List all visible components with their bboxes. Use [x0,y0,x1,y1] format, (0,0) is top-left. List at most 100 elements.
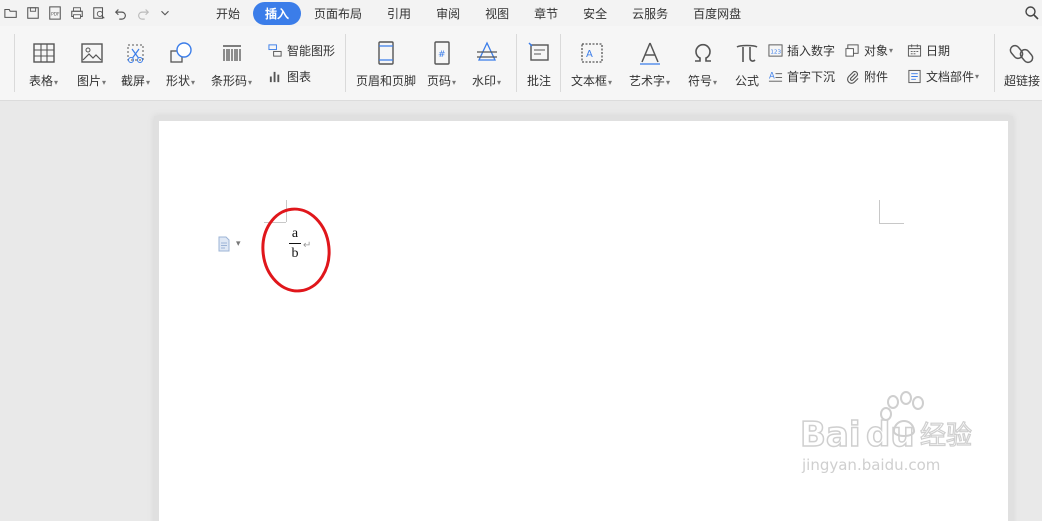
tab-insert[interactable]: 插入 [253,1,302,25]
svg-text:A: A [586,49,593,60]
attachment-label: 附件 [864,70,889,84]
dropdown-caret-icon: ▾ [713,78,718,87]
tab-references[interactable]: 引用 [375,2,423,25]
svg-text:#: # [438,50,446,60]
hyperlink-button[interactable]: 超链接 [1004,38,1040,89]
margin-corner-mark [879,200,880,224]
svg-text:Bai: Bai [800,415,861,455]
dropdown-caret-icon: ▾ [666,78,671,87]
dropdown-caret-icon: ▾ [236,239,241,249]
barcode-button[interactable]: 条形码▾ [211,38,252,89]
equation-button[interactable]: 公式 [734,38,760,89]
redo-icon[interactable] [132,0,154,26]
svg-text:A: A [769,70,775,80]
smart-art-label: 智能图形 [287,44,336,58]
shape-label: 形状 [166,74,191,88]
dropdown-caret-icon: ▾ [889,46,894,55]
table-icon [31,38,57,68]
drop-cap-button[interactable]: A 首字下沉 [768,68,835,85]
tab-page-layout[interactable]: 页面布局 [302,2,374,25]
document-icon [218,236,230,252]
baidu-jingyan-watermark: Bai du 经验 jingyan.baidu.com [799,391,973,474]
print-preview-icon[interactable] [88,0,110,26]
quick-access-toolbar: PDF [0,0,176,26]
object-icon [845,44,859,57]
save-icon[interactable] [22,0,44,26]
attachment-button[interactable]: 附件 [845,68,888,85]
ribbon-separator [560,34,561,92]
tab-cloud-service[interactable]: 云服务 [620,2,680,25]
header-footer-button[interactable]: 页眉和页脚 [356,38,416,89]
customize-toolbar-icon[interactable] [154,0,176,26]
wordart-button[interactable]: 艺术字▾ [629,38,670,89]
insert-number-button[interactable]: 123 插入数字 [768,42,835,59]
wordart-icon [637,38,663,68]
dropdown-caret-icon: ▾ [146,78,151,87]
dropdown-caret-icon: ▾ [452,78,457,87]
paragraph-handle-button[interactable]: ▾ [217,236,241,252]
ribbon-separator [345,34,346,92]
svg-text:经验: 经验 [920,421,972,451]
tab-home[interactable]: 开始 [204,2,252,25]
screenshot-label: 截屏 [121,74,146,88]
shape-button[interactable]: 形状▾ [166,38,195,89]
ribbon-separator [14,34,15,92]
print-icon[interactable] [66,0,88,26]
date-button[interactable]: 日期 [907,42,950,59]
screenshot-button[interactable]: 截屏▾ [121,38,150,89]
tab-section[interactable]: 章节 [522,2,570,25]
smart-art-button[interactable]: 智能图形 [268,42,335,59]
insert-number-icon: 123 [768,44,783,57]
drop-cap-label: 首字下沉 [787,70,836,84]
watermark-button[interactable]: 水印▾ [472,38,501,89]
doc-parts-button[interactable]: 文档部件 ▾ [907,68,979,85]
wordart-label: 艺术字 [629,74,666,88]
picture-button[interactable]: 图片▾ [77,38,106,89]
menu-tabs: 开始 插入 页面布局 引用 审阅 视图 章节 安全 云服务 百度网盘 [204,0,754,26]
barcode-label: 条形码 [211,74,248,88]
dropdown-caret-icon: ▾ [191,78,196,87]
tab-security[interactable]: 安全 [571,2,619,25]
tab-baidu-netdisk[interactable]: 百度网盘 [681,2,753,25]
ribbon-separator [994,34,995,92]
scissors-icon [123,38,149,68]
table-button[interactable]: 表格▾ [29,38,58,89]
picture-icon [79,38,105,68]
symbol-button[interactable]: 符号▾ [688,38,717,89]
tab-view[interactable]: 视图 [473,2,521,25]
ribbon-toolbar: 表格▾ 图片▾ 截屏▾ 形状▾ 条形码▾ 智能图形 图表 页眉和页脚 # 页码▾… [0,26,1042,101]
dropdown-caret-icon: ▾ [248,78,253,87]
red-highlight-circle [261,207,331,293]
equation-label: 公式 [734,74,759,88]
object-button[interactable]: 对象 ▾ [845,42,893,59]
open-icon[interactable] [0,0,22,26]
svg-text:123: 123 [770,49,781,55]
ribbon-separator [516,34,517,92]
svg-text:jingyan.baidu.com: jingyan.baidu.com [801,456,940,474]
watermark-icon [474,38,500,68]
omega-icon [690,38,716,68]
comment-button[interactable]: 批注 [526,38,552,89]
header-footer-label: 页眉和页脚 [356,74,417,88]
svg-text:PDF: PDF [51,12,60,18]
date-label: 日期 [926,44,951,58]
textbox-button[interactable]: A 文本框▾ [571,38,612,89]
shape-icon [168,38,194,68]
barcode-icon [219,38,245,68]
menu-bar: PDF 开始 插入 页面布局 引用 审阅 视图 章节 安全 云服务 百度网盘 [0,0,1042,26]
comment-label: 批注 [526,74,551,88]
undo-icon[interactable] [110,0,132,26]
page-number-button[interactable]: # 页码▾ [427,38,456,89]
chart-button[interactable]: 图表 [268,68,311,85]
chart-label: 图表 [287,70,312,84]
dropdown-caret-icon: ▾ [608,78,613,87]
search-icon[interactable] [1024,5,1040,25]
tab-review[interactable]: 审阅 [424,2,472,25]
object-label: 对象 [864,44,889,58]
header-footer-icon [373,38,399,68]
export-pdf-icon[interactable]: PDF [44,0,66,26]
textbox-icon: A [579,38,605,68]
symbol-label: 符号 [688,74,713,88]
comment-icon [526,38,552,68]
calendar-icon [907,44,922,57]
